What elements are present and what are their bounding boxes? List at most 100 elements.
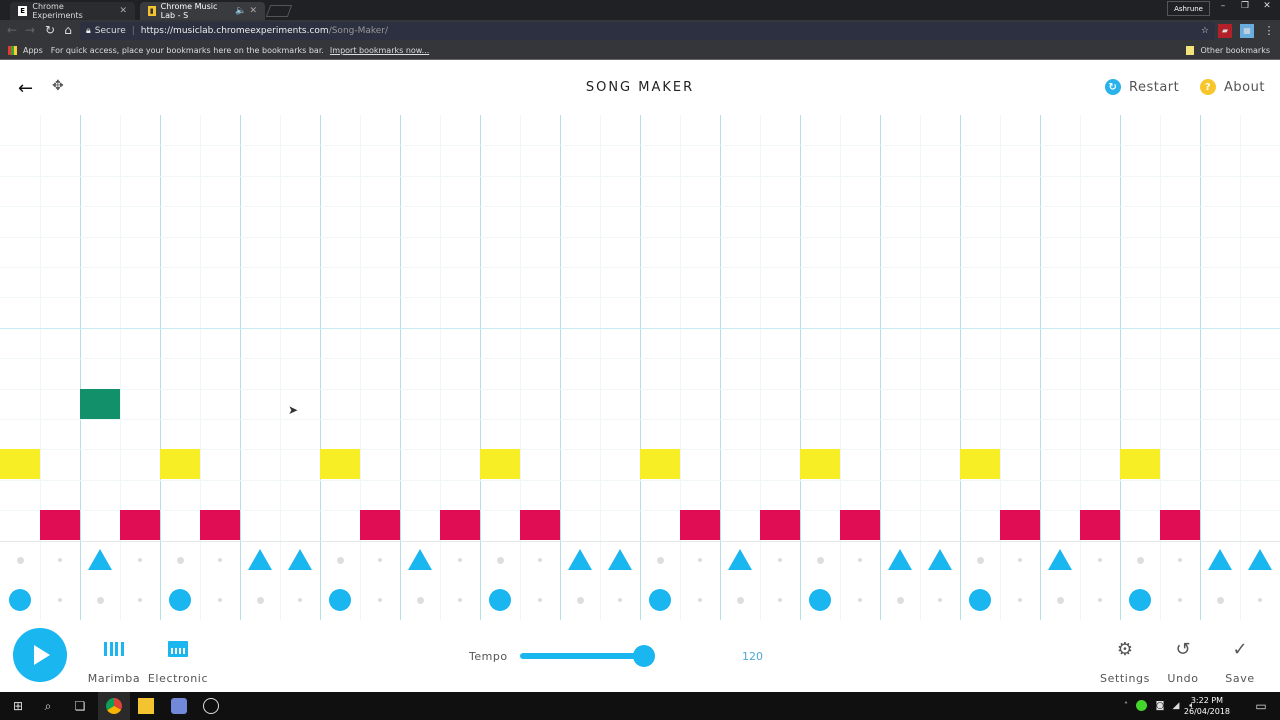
- percussion-empty-dot: [378, 598, 382, 602]
- chrome-experiments-favicon: E: [18, 6, 28, 16]
- row-line: [0, 419, 1280, 420]
- row-line: [0, 297, 1280, 298]
- save-button[interactable]: ✓ Save: [1205, 638, 1275, 686]
- row-line: [0, 480, 1280, 481]
- bookmarks-hint: For quick access, place your bookmarks h…: [50, 46, 324, 55]
- play-button[interactable]: [13, 628, 67, 682]
- percussion-circle: [9, 589, 31, 611]
- note-yellow: [960, 449, 1000, 479]
- cell-line: [120, 115, 121, 620]
- note-yellow: [1120, 449, 1160, 479]
- note-red: [1160, 510, 1200, 540]
- wifi-icon[interactable]: ◢: [1168, 698, 1184, 714]
- percussion-empty-dot: [858, 558, 862, 562]
- note-green: [80, 389, 120, 419]
- percussion-empty-dot: [778, 598, 782, 602]
- electronic-button[interactable]: Electronic: [143, 638, 213, 685]
- note-red: [760, 510, 800, 540]
- about-button[interactable]: ? About: [1200, 79, 1265, 95]
- extension-icon-red[interactable]: ▰: [1218, 24, 1232, 38]
- cell-line: [760, 115, 761, 620]
- close-tab-icon[interactable]: ✕: [119, 6, 127, 16]
- address-bar[interactable]: 🔒︎ Secure | https://musiclab.chromeexper…: [80, 22, 1215, 40]
- percussion-empty-dot: [298, 598, 302, 602]
- marimba-button[interactable]: Marimba: [79, 638, 149, 685]
- bookmark-star-icon[interactable]: ☆: [1201, 26, 1209, 36]
- restart-button[interactable]: ↻ Restart: [1105, 79, 1179, 95]
- percussion-circle: [809, 589, 831, 611]
- discord-tray-icon[interactable]: ◙: [1152, 698, 1168, 714]
- tray-expand-icon[interactable]: ˄: [1118, 698, 1134, 714]
- audio-playing-icon[interactable]: 🔈: [235, 6, 246, 16]
- tempo-value[interactable]: 120: [742, 650, 763, 663]
- apps-icon[interactable]: [8, 46, 17, 55]
- tempo-slider-track[interactable]: [520, 653, 644, 659]
- percussion-empty-dot: [1018, 558, 1022, 562]
- beat-line: [480, 115, 481, 620]
- razer-icon[interactable]: [1136, 700, 1147, 711]
- file-explorer-icon[interactable]: [138, 698, 154, 714]
- close-window-button[interactable]: ✕: [1256, 1, 1278, 11]
- beat-line: [160, 115, 161, 620]
- beat-line: [80, 115, 81, 620]
- extension-icon-blue[interactable]: ▦: [1240, 24, 1254, 38]
- minimize-button[interactable]: –: [1212, 1, 1234, 11]
- apps-link[interactable]: Apps: [23, 46, 43, 55]
- percussion-empty-dot: [58, 558, 62, 562]
- other-bookmarks[interactable]: Other bookmarks: [1186, 46, 1270, 55]
- discord-icon[interactable]: [171, 698, 187, 714]
- song-grid[interactable]: [0, 115, 1280, 620]
- cell-line: [1160, 115, 1161, 620]
- browser-tab-bar: E Chrome Experiments ✕ ▮ Chrome Music La…: [0, 0, 1280, 20]
- tab-label: Chrome Music Lab - S: [160, 2, 218, 20]
- profile-button[interactable]: Ashrune: [1167, 1, 1210, 16]
- task-view-icon[interactable]: ❏: [72, 698, 88, 714]
- beat-line: [320, 115, 321, 620]
- new-tab-button[interactable]: [265, 5, 293, 17]
- forward-nav-button[interactable]: →: [22, 23, 38, 37]
- tab-chrome-music-lab[interactable]: ▮ Chrome Music Lab - S 🔈 ✕: [140, 2, 265, 20]
- url-path: /Song-Maker/: [328, 26, 389, 36]
- windows-taskbar: [0, 692, 1280, 720]
- percussion-triangle: [568, 549, 592, 570]
- marimba-icon: [104, 642, 124, 656]
- percussion-empty-dot: [218, 558, 222, 562]
- percussion-triangle: [288, 549, 312, 570]
- music-lab-favicon: ▮: [148, 6, 156, 16]
- checkmark-icon: ✓: [1232, 638, 1248, 660]
- tab-chrome-experiments[interactable]: E Chrome Experiments ✕: [10, 2, 135, 20]
- home-button[interactable]: ⌂: [60, 23, 76, 37]
- restore-button[interactable]: ❐: [1234, 1, 1256, 11]
- percussion-empty-dot: [1178, 598, 1182, 602]
- percussion-empty-dot: [138, 598, 142, 602]
- percussion-circle: [489, 589, 511, 611]
- system-clock[interactable]: 3:22 PM 26/04/2018: [1184, 695, 1230, 717]
- cell-line: [440, 115, 441, 620]
- steam-icon[interactable]: [203, 698, 219, 714]
- reload-button[interactable]: ↻: [42, 23, 58, 37]
- beat-line: [560, 115, 561, 620]
- percussion-empty-dot: [976, 556, 984, 564]
- notifications-icon[interactable]: ▭: [1253, 698, 1269, 714]
- percussion-triangle: [928, 549, 952, 570]
- back-nav-button[interactable]: ←: [4, 23, 20, 37]
- beat-line: [1200, 115, 1201, 620]
- percussion-empty-dot: [458, 558, 462, 562]
- tempo-slider-handle[interactable]: [633, 645, 655, 667]
- start-icon[interactable]: ⊞: [10, 698, 26, 714]
- note-red: [840, 510, 880, 540]
- close-tab-icon[interactable]: ✕: [249, 6, 257, 16]
- search-icon[interactable]: ⌕: [40, 698, 56, 714]
- note-red: [120, 510, 160, 540]
- beat-line: [800, 115, 801, 620]
- beat-line: [720, 115, 721, 620]
- percussion-empty-dot: [1216, 596, 1224, 604]
- page-title: SONG MAKER: [585, 80, 695, 95]
- row-line: [0, 237, 1280, 238]
- bookmarks-bar: Apps For quick access, place your bookma…: [0, 42, 1280, 60]
- chrome-icon[interactable]: [106, 698, 122, 714]
- chrome-menu-icon[interactable]: ⋮: [1262, 24, 1276, 38]
- import-bookmarks-link[interactable]: Import bookmarks now...: [330, 46, 429, 55]
- tempo-label: Tempo: [469, 650, 508, 663]
- percussion-empty-dot: [538, 598, 542, 602]
